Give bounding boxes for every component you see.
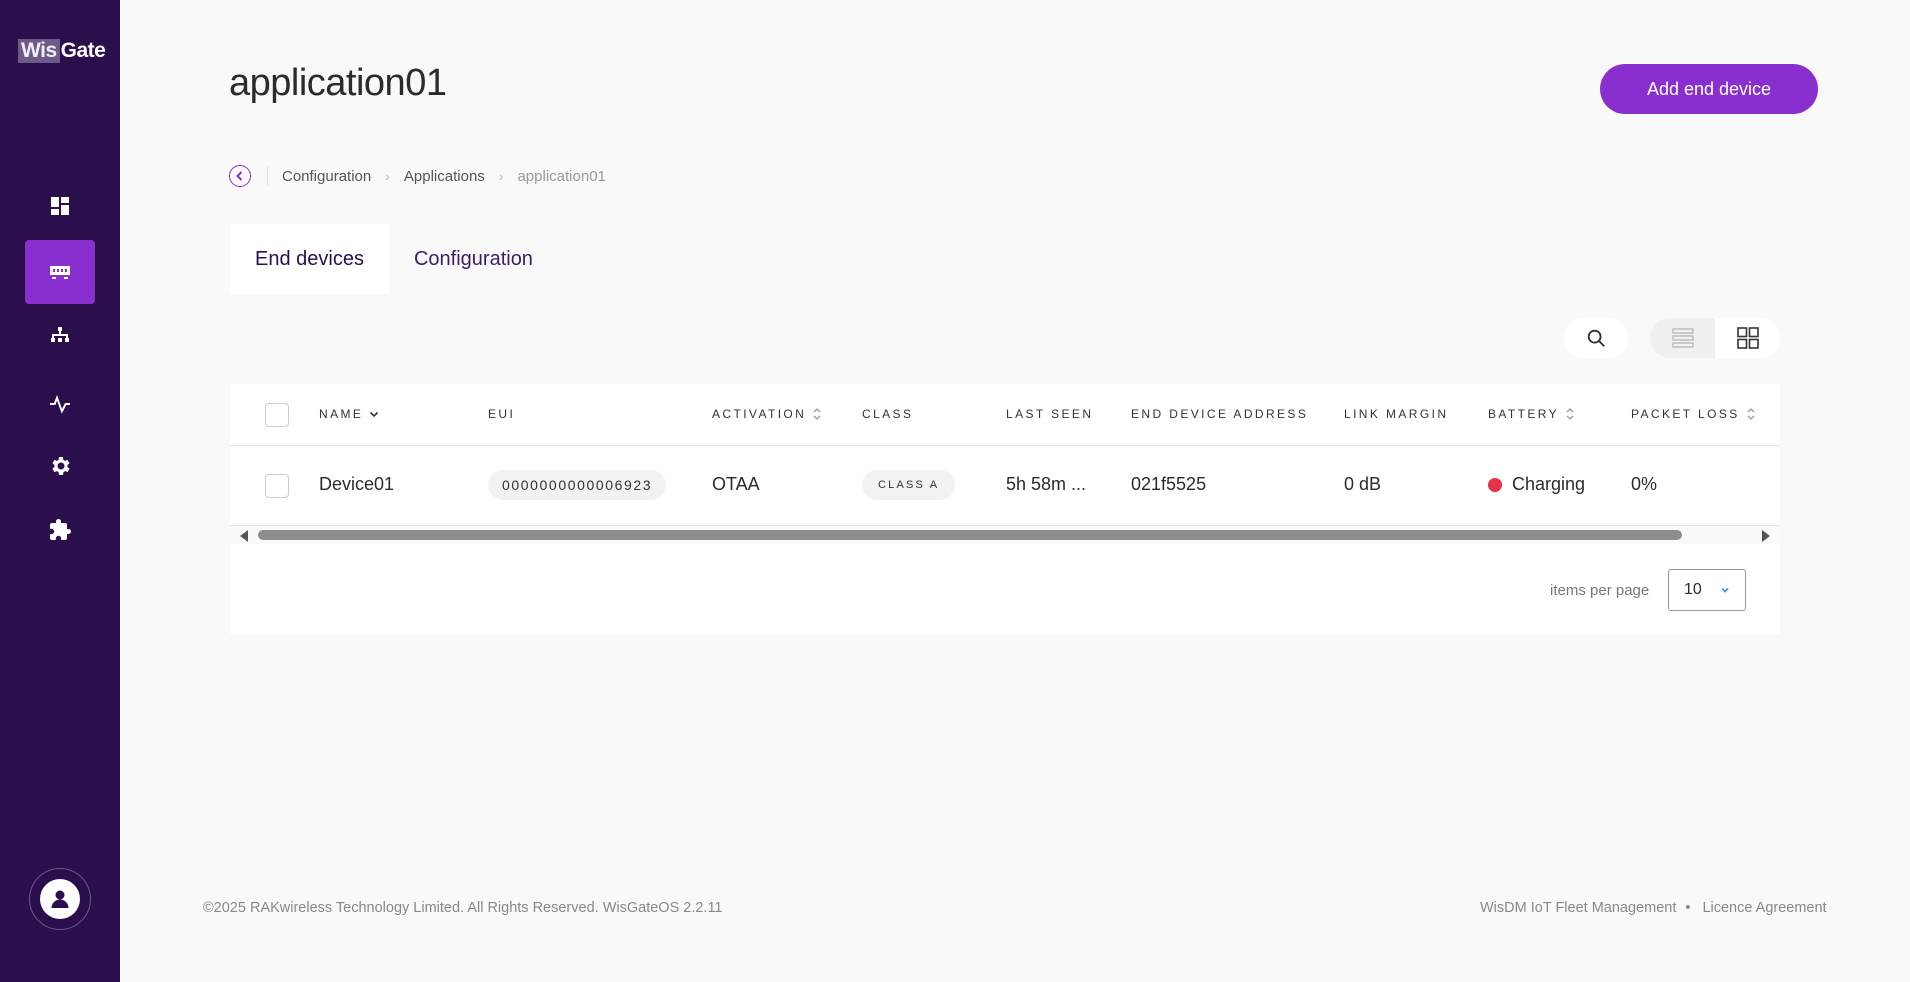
scroll-left-arrow-icon[interactable] bbox=[240, 530, 248, 542]
battery-status-dot bbox=[1488, 477, 1502, 492]
avatar-circle bbox=[40, 879, 80, 919]
wisdm-link[interactable]: WisDM IoT Fleet Management bbox=[1480, 900, 1676, 916]
breadcrumb: Configuration › Applications › applicati… bbox=[229, 164, 606, 188]
device-address: 021f5525 bbox=[1131, 474, 1207, 494]
search-button[interactable] bbox=[1564, 318, 1628, 358]
device-packet-loss: 0% bbox=[1631, 474, 1658, 494]
chevron-left-icon bbox=[236, 171, 243, 181]
battery-status-text: Charging bbox=[1512, 474, 1586, 494]
sidebar-item-gateway[interactable] bbox=[25, 240, 95, 304]
column-class: CLASS bbox=[862, 407, 914, 421]
horizontal-scrollbar[interactable] bbox=[230, 526, 1780, 544]
sort-icon bbox=[1747, 408, 1755, 420]
wisgate-logo[interactable]: Wis Gate bbox=[18, 38, 106, 64]
sidebar-item-extensions[interactable] bbox=[25, 498, 95, 562]
network-icon bbox=[51, 327, 69, 342]
column-battery[interactable]: BATTERY bbox=[1488, 407, 1575, 421]
eui-pill: 0000000000006923 bbox=[488, 470, 667, 500]
tab-bar: End devices Configuration bbox=[230, 224, 558, 294]
scroll-right-arrow-icon[interactable] bbox=[1762, 530, 1770, 542]
sidebar-item-dashboard[interactable] bbox=[25, 174, 95, 238]
search-icon bbox=[1587, 329, 1605, 347]
breadcrumb-chevron-icon: › bbox=[498, 168, 504, 184]
breadcrumb-current: application01 bbox=[517, 167, 606, 185]
sidebar-item-settings[interactable] bbox=[25, 434, 95, 498]
add-end-device-button[interactable]: Add end device bbox=[1600, 64, 1818, 114]
items-per-page-value: 10 bbox=[1684, 581, 1702, 598]
gear-icon bbox=[52, 457, 70, 475]
device-last-seen: 5h 58m ... bbox=[1006, 474, 1087, 494]
column-activation-label: ACTIVATION bbox=[712, 407, 807, 421]
grid-view-button[interactable] bbox=[1715, 318, 1780, 358]
device-activation: OTAA bbox=[712, 474, 760, 494]
sidebar-item-monitoring[interactable] bbox=[25, 370, 95, 434]
select-all-checkbox[interactable] bbox=[265, 403, 289, 427]
dashboard-icon bbox=[51, 197, 69, 215]
items-per-page-select[interactable]: 10 bbox=[1668, 569, 1746, 611]
user-icon bbox=[51, 890, 69, 908]
scrollbar-thumb[interactable] bbox=[258, 530, 1682, 540]
device-eui: 0000000000006923 bbox=[488, 470, 667, 500]
footer-copyright: ©2025 RAKwireless Technology Limited. Al… bbox=[203, 900, 723, 916]
sidebar-item-network[interactable] bbox=[25, 305, 95, 369]
back-button[interactable] bbox=[229, 165, 251, 187]
puzzle-icon bbox=[50, 519, 71, 540]
class-badge: CLASS A bbox=[862, 470, 956, 500]
grid-view-icon bbox=[1736, 327, 1759, 349]
view-toggle bbox=[1650, 318, 1780, 358]
footer-links: WisDM IoT Fleet Management • Licence Agr… bbox=[1480, 900, 1827, 916]
table-row[interactable]: Device01 0000000000006923 OTAA CLASS A 5… bbox=[230, 446, 1780, 526]
row-checkbox[interactable] bbox=[265, 474, 289, 498]
device-name[interactable]: Device01 bbox=[319, 474, 394, 495]
sort-icon bbox=[1566, 408, 1574, 420]
column-eui: EUI bbox=[488, 407, 516, 421]
column-packet-loss[interactable]: PACKET LOSS bbox=[1631, 407, 1756, 421]
column-last-seen: LAST SEEN bbox=[1006, 407, 1094, 421]
tab-end-devices[interactable]: End devices bbox=[230, 224, 389, 294]
logo-wis: Wis bbox=[18, 39, 60, 63]
breadcrumb-divider bbox=[267, 167, 268, 185]
column-packet-loss-label: PACKET LOSS bbox=[1631, 407, 1740, 421]
user-avatar[interactable] bbox=[29, 868, 91, 930]
breadcrumb-configuration[interactable]: Configuration bbox=[282, 168, 371, 185]
list-view-icon bbox=[1671, 328, 1694, 348]
column-name-label: NAME bbox=[319, 407, 364, 421]
logo-gate: Gate bbox=[60, 39, 106, 62]
list-view-button[interactable] bbox=[1650, 318, 1715, 358]
column-battery-label: BATTERY bbox=[1488, 407, 1560, 421]
sort-icon bbox=[813, 408, 821, 420]
licence-agreement-link[interactable]: Licence Agreement bbox=[1702, 900, 1826, 916]
end-devices-table: NAME EUI ACTIVATION CLASS LAST SEEN END … bbox=[230, 384, 1780, 634]
activity-icon bbox=[50, 395, 70, 414]
tab-configuration[interactable]: Configuration bbox=[389, 224, 558, 294]
chevron-down-icon bbox=[1721, 587, 1729, 593]
device-battery: Charging bbox=[1488, 474, 1585, 495]
gateway-icon bbox=[50, 266, 70, 279]
column-activation[interactable]: ACTIVATION bbox=[712, 407, 822, 421]
sort-desc-icon bbox=[370, 411, 379, 418]
breadcrumb-chevron-icon: › bbox=[385, 168, 390, 184]
footer-separator: • bbox=[1685, 900, 1691, 916]
device-class: CLASS A bbox=[862, 470, 956, 500]
items-per-page-label: items per page bbox=[1550, 582, 1650, 599]
column-address: END DEVICE ADDRESS bbox=[1131, 407, 1309, 421]
table-header: NAME EUI ACTIVATION CLASS LAST SEEN END … bbox=[230, 384, 1780, 446]
breadcrumb-applications[interactable]: Applications bbox=[404, 168, 485, 185]
device-link-margin: 0 dB bbox=[1344, 474, 1382, 494]
sidebar: Wis Gate bbox=[0, 0, 120, 982]
column-name[interactable]: NAME bbox=[319, 407, 379, 421]
page-title: application01 bbox=[229, 62, 447, 104]
column-link-margin: LINK MARGIN bbox=[1344, 407, 1449, 421]
